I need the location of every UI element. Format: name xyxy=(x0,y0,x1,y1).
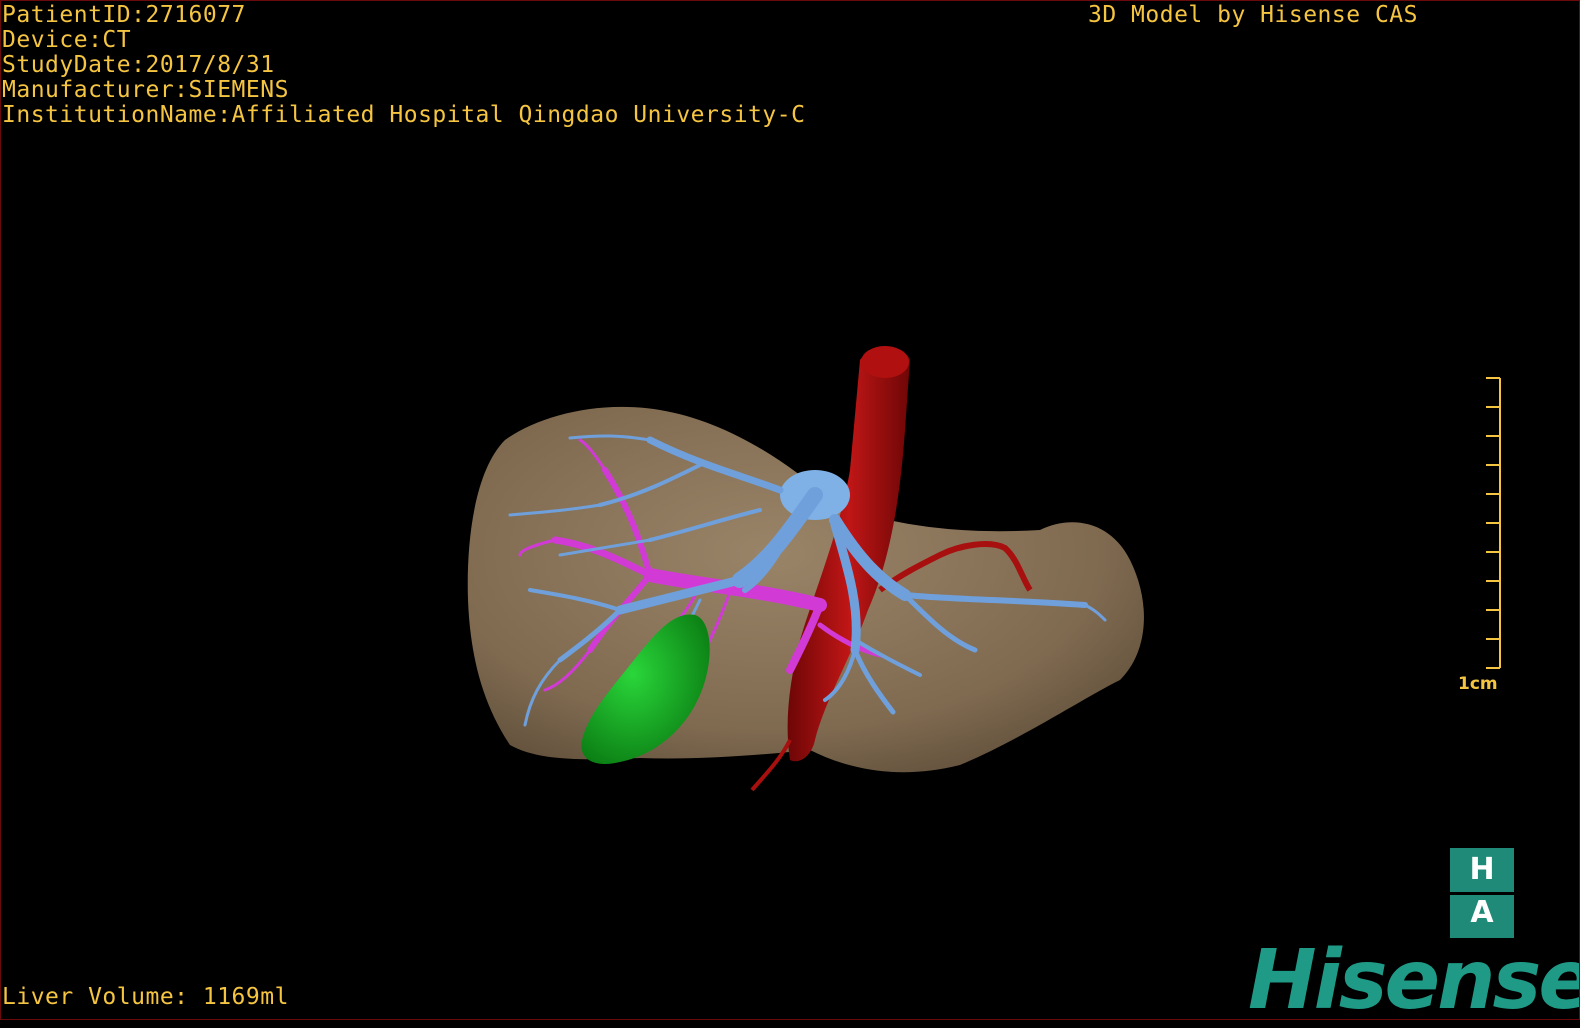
scale-bar-label: 1cm xyxy=(1458,674,1498,694)
hisense-logo: Hisense xyxy=(1248,933,1580,1028)
manufacturer: Manufacturer:SIEMENS xyxy=(2,77,289,103)
scale-bar xyxy=(1486,377,1501,669)
liver-volume: Liver Volume: 1169ml xyxy=(2,984,289,1010)
dicom-info-block: PatientID:2716077 Device:CT StudyDate:2017… xyxy=(2,3,805,128)
device: Device:CT xyxy=(2,27,132,53)
ha-badge-logo: H A xyxy=(1450,848,1514,938)
model-credit: 3D Model by Hisense CAS xyxy=(1088,2,1418,28)
patient-id: PatientID:2716077 xyxy=(2,2,246,28)
institution-name: InstitutionName:Affiliated Hospital Qing… xyxy=(2,102,806,128)
ha-badge-top: H xyxy=(1469,852,1495,887)
3d-model-viewport[interactable] xyxy=(0,0,1580,1020)
ha-badge-bottom: A xyxy=(1470,895,1494,930)
study-date: StudyDate:2017/8/31 xyxy=(2,52,275,78)
